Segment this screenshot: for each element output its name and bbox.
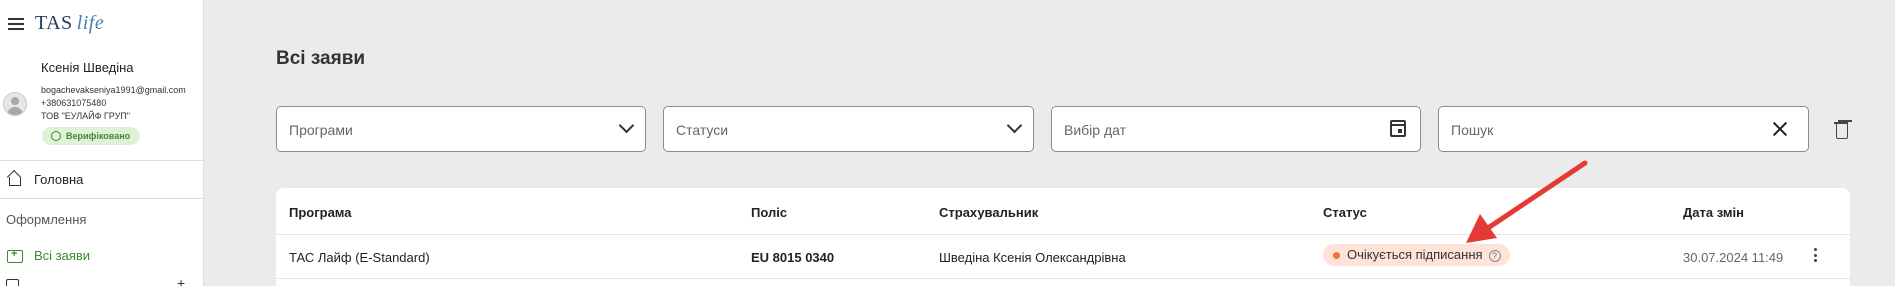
sidebar-item-cut-icon[interactable] [6,279,19,286]
column-header-program[interactable]: Програма [289,205,352,220]
verified-label: Верифіковано [66,131,131,141]
user-name: Ксенія Шведіна [41,60,134,75]
sidebar-item-expand-icon[interactable]: + [177,275,185,286]
sidebar-section-title: Оформлення [6,212,87,227]
brand: TAS life [8,12,104,35]
cell-changed: 30.07.2024 11:49 [1683,250,1784,265]
help-icon[interactable]: ? [1488,249,1501,262]
search-placeholder: Пошук [1451,122,1494,138]
sidebar-item-home[interactable]: Головна [0,166,204,192]
trash-icon[interactable] [1834,121,1848,139]
dates-placeholder: Вибір дат [1064,122,1127,138]
sidebar-divider [0,160,204,161]
sidebar-item-label: Головна [34,171,84,187]
table-divider [276,234,1850,235]
chevron-down-icon [1007,120,1021,134]
column-header-changed[interactable]: Дата змін [1683,205,1744,220]
logo-main-text: TAS [35,12,73,34]
sidebar: TAS life Ксенія Шведіна bogachevakseniya1… [0,0,204,286]
verified-check-icon [51,131,61,141]
clear-search-icon[interactable] [1772,121,1788,137]
user-phone: +380631075480 [41,98,107,108]
page-title: Всі заяви [276,48,366,69]
cell-program: ТАС Лайф (E-Standard) [289,250,430,265]
date-picker-input[interactable]: Вибір дат [1051,106,1421,152]
user-card: Ксенія Шведіна bogachevakseniya1991@gmai… [0,56,204,146]
calendar-icon[interactable] [1390,120,1406,137]
programs-select[interactable]: Програми [276,106,646,152]
sidebar-item-label: Всі заяви [34,247,91,263]
column-header-insurer[interactable]: Страхувальник [939,205,1038,220]
column-header-status[interactable]: Статус [1323,205,1367,220]
row-menu-icon[interactable] [1814,248,1818,264]
sidebar-divider [0,198,204,199]
cell-policy: EU 8015 0340 [751,250,835,265]
hamburger-menu-icon[interactable] [8,17,26,31]
status-badge: Очікується підписання? [1323,244,1510,266]
search-input[interactable]: Пошук [1438,106,1809,152]
programs-placeholder: Програми [289,122,353,138]
sidebar-item-all-requests[interactable]: Всі заяви [0,242,204,268]
verified-badge: Верифіковано [42,127,141,145]
user-email: bogachevakseniya1991@gmail.com [41,85,186,95]
logo-sub-text: life [76,12,105,34]
requests-table: Програма Поліс Страхувальник Статус Дата… [276,188,1850,286]
home-icon [7,171,23,187]
status-dot-icon [1333,252,1340,259]
status-label: Очікується підписання [1347,247,1483,262]
table-divider [276,278,1850,279]
cell-insurer: Шведіна Ксенія Олександрівна [939,250,1126,265]
column-header-policy[interactable]: Поліс [751,205,787,220]
user-company: ТОВ "ЕУЛАЙФ ГРУП" [41,111,130,121]
avatar[interactable] [3,92,27,116]
chevron-down-icon [619,120,633,134]
folder-plus-icon [7,248,23,263]
statuses-placeholder: Статуси [676,122,729,138]
logo[interactable]: TAS life [35,12,104,35]
statuses-select[interactable]: Статуси [663,106,1034,152]
